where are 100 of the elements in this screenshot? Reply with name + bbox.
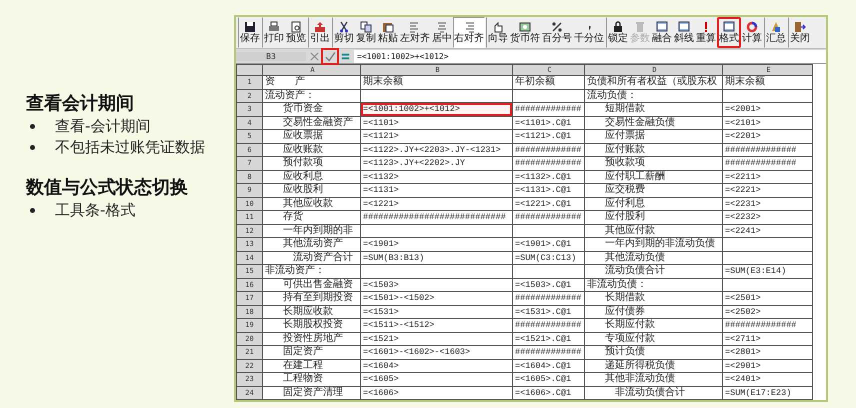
table-cell: =<2101> <box>722 116 812 130</box>
toolbar-button[interactable]: 汇总 <box>764 17 787 48</box>
table-cell: 短期借款 <box>584 102 722 116</box>
table-cell: =<1503> <box>360 278 512 292</box>
table-cell: =<2211> <box>722 170 812 184</box>
table-cell: =<2901> <box>722 359 812 372</box>
toolbar-button[interactable]: 融合 <box>651 17 673 48</box>
toolbar-button[interactable]: 关闭 <box>788 17 811 48</box>
table-cell: 可供出售金融资 <box>262 278 360 292</box>
toolbar-button[interactable]: 货币符 <box>509 17 541 48</box>
toolbar-button[interactable]: 千分位 <box>573 17 605 48</box>
confirm-icon[interactable] <box>323 50 337 62</box>
cell-reference-field[interactable]: B3 <box>236 52 306 60</box>
table-cell: =<1604>.C@1 <box>512 359 584 372</box>
table-cell: 预收款项 <box>584 156 722 170</box>
table-cell: =<1606>.C@1 <box>512 386 584 400</box>
table-cell: 预付款项 <box>262 156 360 170</box>
window-icon <box>678 20 690 32</box>
toolbar-button[interactable]: 粘贴 <box>377 17 399 48</box>
window-icon <box>656 20 668 32</box>
table-cell: 长期借款 <box>584 292 722 305</box>
table-cell: =<1511>-<1512> <box>360 318 512 332</box>
bullet-text: 工具条-格式 <box>55 200 136 221</box>
money-icon <box>519 20 531 32</box>
table-cell: =<1501>-<1502> <box>360 292 512 305</box>
printer-icon <box>268 20 280 32</box>
table-cell: ############# <box>512 292 584 305</box>
table-cell: =<2711> <box>722 332 812 346</box>
align-center-icon <box>436 20 448 32</box>
toolbar-button[interactable]: 剪切 <box>332 17 355 48</box>
slide-heading: 数值与公式状态切换 <box>26 176 189 200</box>
table-cell: =<1521> <box>360 332 512 346</box>
table-cell: =<1604> <box>360 359 512 372</box>
table-cell: =SUM(E3:E14) <box>722 264 812 278</box>
table-cell: =<1901> <box>360 238 512 251</box>
window-icon <box>723 20 735 32</box>
clipboard-icon <box>382 20 394 32</box>
table-cell: =<2501> <box>722 292 812 305</box>
table-cell: =<2232> <box>722 210 812 224</box>
table-cell: =<1122>.JY+<2203>.JY-<1231> <box>360 143 512 156</box>
table-cell: =<2001> <box>722 102 812 116</box>
toolbar-button[interactable]: 右对齐 <box>453 17 485 48</box>
table-cell: =<2231> <box>722 197 812 210</box>
bullet-icon <box>30 208 35 213</box>
bullet-icon <box>30 124 35 129</box>
toolbar-button[interactable]: 格式 <box>717 17 741 48</box>
bullet-text: 查看-会计期间 <box>55 116 150 137</box>
table-cell: 在建工程 <box>262 359 360 372</box>
table-cell: =<1132> <box>360 170 512 184</box>
table-cell: =<2241> <box>722 224 812 238</box>
toolbar-button[interactable]: 向导 <box>486 17 509 48</box>
trash-icon <box>634 20 646 32</box>
table-cell: =<1001:1002>+<1012> <box>360 102 512 116</box>
toolbar-button[interactable]: 左对齐 <box>399 17 431 48</box>
table-cell: =<1131> <box>360 184 512 197</box>
table-cell: =<1101> <box>360 116 512 130</box>
bullet-icon <box>30 145 35 150</box>
table-cell: =<1121> <box>360 130 512 143</box>
toolbar-button[interactable]: 斜线 <box>673 17 695 48</box>
toolbar-button[interactable]: 居中 <box>431 17 453 48</box>
table-cell: =<2401> <box>722 372 812 386</box>
table-cell: 工程物资 <box>262 372 360 386</box>
toolbar-button[interactable]: 引出 <box>308 17 331 48</box>
toolbar-button[interactable]: 复制 <box>355 17 377 48</box>
table-cell: =<1521>.C@1 <box>512 332 584 346</box>
table-cell: =SUM(C3:C13) <box>512 251 584 264</box>
table-cell: ############# <box>512 210 584 224</box>
lock-icon <box>612 20 624 32</box>
table-cell: 存货 <box>262 210 360 224</box>
toolbar-button[interactable]: 重算 <box>695 17 717 48</box>
table-cell: 预计负债 <box>584 346 722 359</box>
table-cell: =<2201> <box>722 130 812 143</box>
table-cell: =<2221> <box>722 184 812 197</box>
table-cell: =SUM(B3:B13) <box>360 251 512 264</box>
table-cell: =<1101>.C@1 <box>512 116 584 130</box>
table-cell: ############# <box>512 318 584 332</box>
toolbar-button[interactable]: 百分号 <box>541 17 573 48</box>
toolbar-button[interactable]: 计算 <box>741 17 763 48</box>
table-cell: =<1121>.C@1 <box>512 130 584 143</box>
table-cell: 一年内到期的非 <box>262 224 360 238</box>
table-cell: 长期股权投资 <box>262 318 360 332</box>
table-cell: 持有至到期投资 <box>262 292 360 305</box>
align-left-icon <box>409 20 421 32</box>
toolbar-button[interactable]: 预览 <box>285 17 307 48</box>
table-cell: ############# <box>512 143 584 156</box>
table-cell: =<2502> <box>722 305 812 318</box>
table-cell: ############## <box>722 156 812 170</box>
export-icon <box>314 20 326 32</box>
toolbar-button[interactable]: 锁定 <box>606 17 629 48</box>
formula-field[interactable]: =<1001:1002>+<1012> <box>354 50 826 62</box>
table-cell: =SUM(E17:E23) <box>722 386 812 400</box>
table-cell: =<2801> <box>722 346 812 359</box>
table-cell: ############# <box>512 156 584 170</box>
table-cell: =<1131>.C@1 <box>512 184 584 197</box>
toolbar-button[interactable]: 打印 <box>262 17 285 48</box>
cancel-icon[interactable] <box>309 50 320 62</box>
table-cell: =<1221> <box>360 197 512 210</box>
document-icon <box>290 20 302 32</box>
table-cell: =<1531>.C@1 <box>512 305 584 318</box>
toolbar-button[interactable]: 保存 <box>238 17 261 48</box>
